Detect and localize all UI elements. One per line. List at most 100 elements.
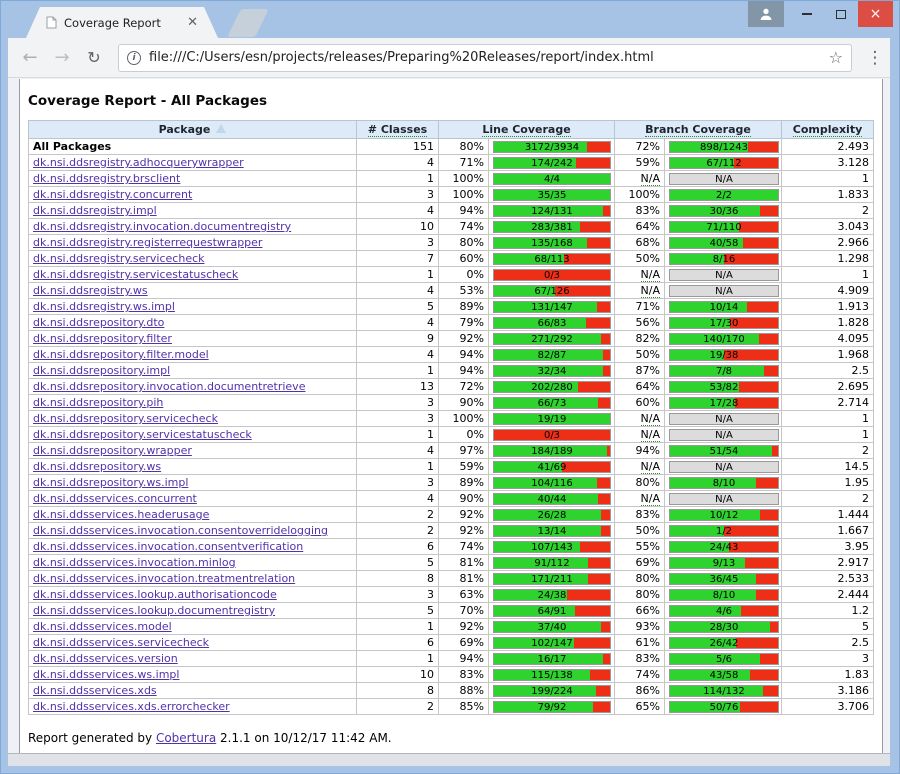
table-row: dk.nsi.ddsrepository.invocation.document… — [29, 379, 874, 395]
package-link[interactable]: dk.nsi.ddsregistry.brsclient — [33, 172, 180, 185]
package-link[interactable]: dk.nsi.ddsrepository.filter — [33, 332, 172, 345]
package-cell: dk.nsi.ddsservices.ws.impl — [29, 667, 357, 683]
new-tab-button[interactable] — [227, 9, 269, 37]
address-bar[interactable]: i file:///C:/Users/esn/projects/releases… — [118, 44, 852, 72]
package-cell: dk.nsi.ddsregistry.ws — [29, 283, 357, 299]
column-header-branch-coverage[interactable]: Branch Coverage — [615, 121, 782, 139]
maximize-button[interactable] — [824, 1, 858, 27]
browser-tab[interactable]: Coverage Report ✕ — [26, 7, 218, 38]
back-button[interactable]: ← — [14, 49, 46, 67]
branch-bar-cell: 71/110 — [665, 219, 782, 235]
minimize-button[interactable] — [790, 1, 824, 27]
branch-coverage-bar: 26/42 — [669, 637, 779, 649]
cobertura-link[interactable]: Cobertura — [156, 731, 216, 745]
close-button[interactable]: × — [858, 1, 893, 27]
package-cell: dk.nsi.ddsservices.model — [29, 619, 357, 635]
package-link[interactable]: dk.nsi.ddsservices.invocation.minlog — [33, 556, 236, 569]
package-link[interactable]: dk.nsi.ddsservices.lookup.documentregist… — [33, 604, 275, 617]
branch-bar-cell: 26/42 — [665, 635, 782, 651]
branch-pct-cell: 50% — [615, 251, 665, 267]
package-cell: dk.nsi.ddsregistry.invocation.documentre… — [29, 219, 357, 235]
package-cell: dk.nsi.ddsrepository.ws.impl — [29, 475, 357, 491]
branch-bar-cell: N/A — [665, 411, 782, 427]
package-link[interactable]: dk.nsi.ddsregistry.impl — [33, 204, 157, 217]
reload-button[interactable]: ↻ — [78, 50, 110, 66]
column-header-complexity[interactable]: Complexity — [782, 121, 874, 139]
complexity-cell: 3 — [782, 651, 874, 667]
package-link[interactable]: dk.nsi.ddsregistry.invocation.documentre… — [33, 220, 291, 233]
person-icon — [758, 6, 774, 22]
info-icon[interactable]: i — [127, 51, 141, 65]
package-link[interactable]: dk.nsi.ddsregistry.ws.impl — [33, 300, 175, 313]
package-link[interactable]: dk.nsi.ddsrepository.ws.impl — [33, 476, 188, 489]
package-link[interactable]: dk.nsi.ddsservices.xds.errorchecker — [33, 700, 230, 713]
classes-cell: 4 — [357, 203, 439, 219]
line-bar-cell: 19/19 — [489, 411, 615, 427]
package-link[interactable]: dk.nsi.ddsregistry.servicestatuscheck — [33, 268, 238, 281]
column-header-classes[interactable]: # Classes — [357, 121, 439, 139]
package-link[interactable]: dk.nsi.ddsservices.servicecheck — [33, 636, 209, 649]
package-link[interactable]: dk.nsi.ddsrepository.wrapper — [33, 444, 192, 457]
branch-pct-cell: 80% — [615, 475, 665, 491]
package-link[interactable]: dk.nsi.ddsrepository.servicestatuscheck — [33, 428, 252, 441]
page-content: Coverage Report - All Packages Package #… — [19, 79, 883, 753]
complexity-cell: 1.667 — [782, 523, 874, 539]
tab-close-icon[interactable]: ✕ — [187, 16, 198, 29]
package-link[interactable]: dk.nsi.ddsregistry.ws — [33, 284, 148, 297]
branch-bar-cell: 10/12 — [665, 507, 782, 523]
package-link[interactable]: dk.nsi.ddsservices.invocation.treatmentr… — [33, 572, 295, 585]
line-pct-cell: 94% — [439, 203, 489, 219]
line-bar-cell: 79/92 — [489, 699, 615, 715]
column-header-line-coverage[interactable]: Line Coverage — [439, 121, 615, 139]
package-link[interactable]: dk.nsi.ddsrepository.invocation.document… — [33, 380, 305, 393]
classes-cell: 3 — [357, 411, 439, 427]
package-link[interactable]: dk.nsi.ddsservices.model — [33, 620, 172, 633]
line-coverage-bar: 115/138 — [493, 669, 611, 681]
menu-button[interactable]: ⋮ — [862, 48, 888, 68]
package-link[interactable]: dk.nsi.ddsrepository.ws — [33, 460, 161, 473]
branch-coverage-bar: 4/6 — [669, 605, 779, 617]
package-cell: dk.nsi.ddsservices.lookup.authorisationc… — [29, 587, 357, 603]
package-link[interactable]: dk.nsi.ddsregistry.servicecheck — [33, 252, 205, 265]
line-bar-cell: 0/3 — [489, 427, 615, 443]
branch-bar-cell: N/A — [665, 171, 782, 187]
complexity-cell: 3.706 — [782, 699, 874, 715]
package-link[interactable]: dk.nsi.ddsrepository.impl — [33, 364, 170, 377]
package-link[interactable]: dk.nsi.ddsregistry.concurrent — [33, 188, 192, 201]
line-coverage-bar: 0/3 — [493, 269, 611, 281]
line-coverage-bar: 131/147 — [493, 301, 611, 313]
forward-button[interactable]: → — [46, 49, 78, 67]
line-bar-cell: 16/17 — [489, 651, 615, 667]
package-link[interactable]: dk.nsi.ddsservices.headerusage — [33, 508, 209, 521]
package-link[interactable]: dk.nsi.ddsrepository.pih — [33, 396, 163, 409]
footer-prefix: Report generated by — [28, 731, 152, 745]
line-bar-cell: 124/131 — [489, 203, 615, 219]
profile-button[interactable] — [748, 1, 784, 27]
branch-pct-cell: 80% — [615, 571, 665, 587]
complexity-cell: 1 — [782, 171, 874, 187]
package-link[interactable]: dk.nsi.ddsservices.invocation.consentove… — [33, 524, 328, 537]
package-link[interactable]: dk.nsi.ddsservices.lookup.authorisationc… — [33, 588, 277, 601]
package-link[interactable]: dk.nsi.ddsrepository.servicecheck — [33, 412, 218, 425]
package-link[interactable]: dk.nsi.ddsservices.xds — [33, 684, 157, 697]
branch-coverage-bar: 8/10 — [669, 589, 779, 601]
package-link[interactable]: dk.nsi.ddsrepository.filter.model — [33, 348, 209, 361]
branch-pct-cell: 71% — [615, 299, 665, 315]
classes-cell: 5 — [357, 555, 439, 571]
package-link[interactable]: dk.nsi.ddsservices.ws.impl — [33, 668, 179, 681]
classes-cell: 1 — [357, 619, 439, 635]
bookmark-star-icon[interactable]: ☆ — [829, 48, 843, 67]
package-link[interactable]: dk.nsi.ddsregistry.registerrequestwrappe… — [33, 236, 262, 249]
line-pct-cell: 72% — [439, 379, 489, 395]
column-header-package[interactable]: Package — [29, 121, 357, 139]
package-link[interactable]: dk.nsi.ddsservices.invocation.consentver… — [33, 540, 303, 553]
line-bar-cell: 202/280 — [489, 379, 615, 395]
package-link[interactable]: dk.nsi.ddsservices.version — [33, 652, 178, 665]
classes-cell: 3 — [357, 235, 439, 251]
package-link[interactable]: dk.nsi.ddsregistry.adhocquerywrapper — [33, 156, 244, 169]
package-link[interactable]: dk.nsi.ddsrepository.dto — [33, 316, 164, 329]
package-link[interactable]: dk.nsi.ddsservices.concurrent — [33, 492, 197, 505]
coverage-table: Package # Classes Line Coverage Branch C… — [28, 120, 874, 715]
complexity-cell: 3.043 — [782, 219, 874, 235]
status-strip — [8, 753, 890, 766]
